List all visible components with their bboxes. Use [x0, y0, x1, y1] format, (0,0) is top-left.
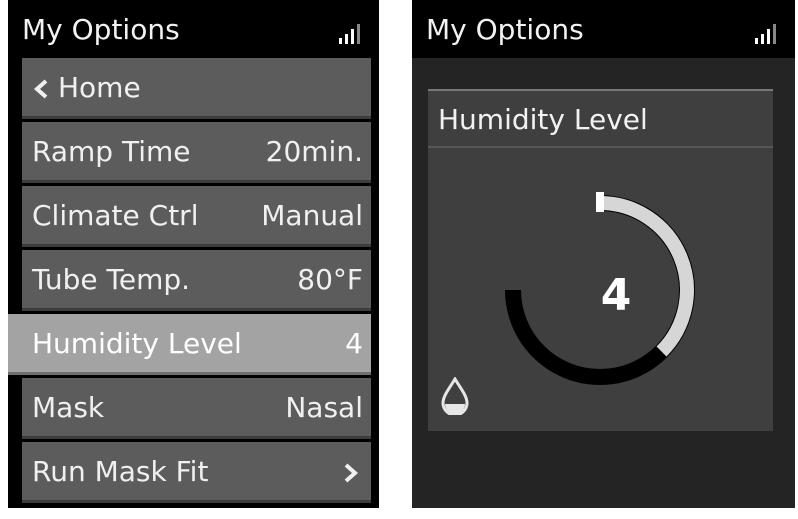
menu-item-tube-temp[interactable]: Tube Temp. 80°F — [22, 250, 371, 311]
menu-item-value: Manual — [261, 199, 363, 232]
water-drop-icon — [441, 377, 469, 415]
menu-item-humidity-level[interactable]: Humidity Level 4 — [8, 314, 371, 375]
options-menu: Home Ramp Time 20min. Climate Ctrl Manua… — [8, 58, 371, 503]
dial-start-marker — [596, 192, 604, 212]
menu-item-label: Home — [58, 71, 141, 104]
chevron-left-icon — [33, 79, 48, 99]
menu-item-label: Tube Temp. — [32, 263, 191, 296]
menu-item-climate-ctrl[interactable]: Climate Ctrl Manual — [22, 186, 371, 247]
dial-value: 4 — [601, 270, 632, 321]
menu-item-label: Humidity Level — [32, 327, 242, 360]
title-bar: My Options — [8, 0, 379, 58]
screen-title: My Options — [22, 13, 180, 46]
signal-bars-icon — [755, 24, 776, 44]
humidity-dial[interactable]: 4 — [428, 148, 773, 431]
menu-item-value: 20min. — [265, 135, 363, 168]
humidity-panel: Humidity Level 4 — [428, 89, 773, 431]
menu-item-value: 80°F — [297, 263, 363, 296]
panel-header: Humidity Level — [428, 89, 773, 148]
menu-item-run-mask-fit[interactable]: Run Mask Fit — [22, 442, 371, 503]
menu-item-ramp-time[interactable]: Ramp Time 20min. — [22, 122, 371, 183]
menu-item-label: Mask — [32, 391, 105, 424]
humidity-level-screen: My Options Humidity Level 4 — [412, 0, 795, 508]
menu-item-home[interactable]: Home — [22, 58, 371, 119]
menu-item-label: Run Mask Fit — [32, 455, 209, 488]
chevron-right-icon — [344, 463, 359, 483]
panel-title: Humidity Level — [438, 103, 648, 136]
signal-bars-icon — [339, 24, 360, 44]
menu-item-label: Ramp Time — [32, 135, 191, 168]
menu-item-value: Nasal — [285, 391, 363, 424]
title-bar: My Options — [412, 0, 795, 58]
menu-item-mask[interactable]: Mask Nasal — [22, 378, 371, 439]
options-menu-screen: My Options Home Ramp Time 20min. Climate… — [8, 0, 379, 508]
menu-item-value: 4 — [345, 327, 363, 360]
menu-item-label: Climate Ctrl — [32, 199, 199, 232]
screen-title: My Options — [426, 13, 584, 46]
